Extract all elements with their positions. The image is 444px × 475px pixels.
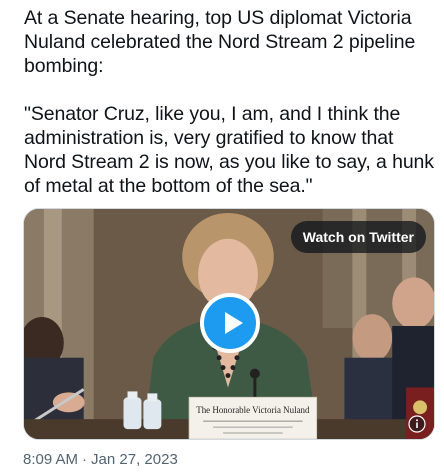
video-player[interactable]: The Honorable Victoria Nuland Watch on T… — [23, 208, 435, 440]
tweet-date-link[interactable]: Jan 27, 2023 — [91, 451, 178, 468]
watch-on-twitter-button[interactable]: Watch on Twitter — [290, 221, 426, 253]
nameplate-text: The Honorable Victoria Nuland — [196, 405, 310, 415]
play-button[interactable] — [200, 293, 260, 353]
tweet-paragraph-quote: "Senator Cruz, like you, I am, and I thi… — [24, 103, 434, 197]
tweet-text: At a Senate hearing, top US diplomat Vic… — [24, 6, 434, 198]
tweet-timestamp: 8:09 AM · Jan 27, 2023 — [23, 450, 178, 470]
timestamp-separator: · — [82, 451, 88, 468]
info-icon[interactable] — [408, 415, 426, 433]
tweet-paragraph-intro: At a Senate hearing, top US diplomat Vic… — [24, 7, 416, 77]
tweet-time-link[interactable]: 8:09 AM — [23, 451, 78, 468]
play-icon — [225, 312, 243, 334]
